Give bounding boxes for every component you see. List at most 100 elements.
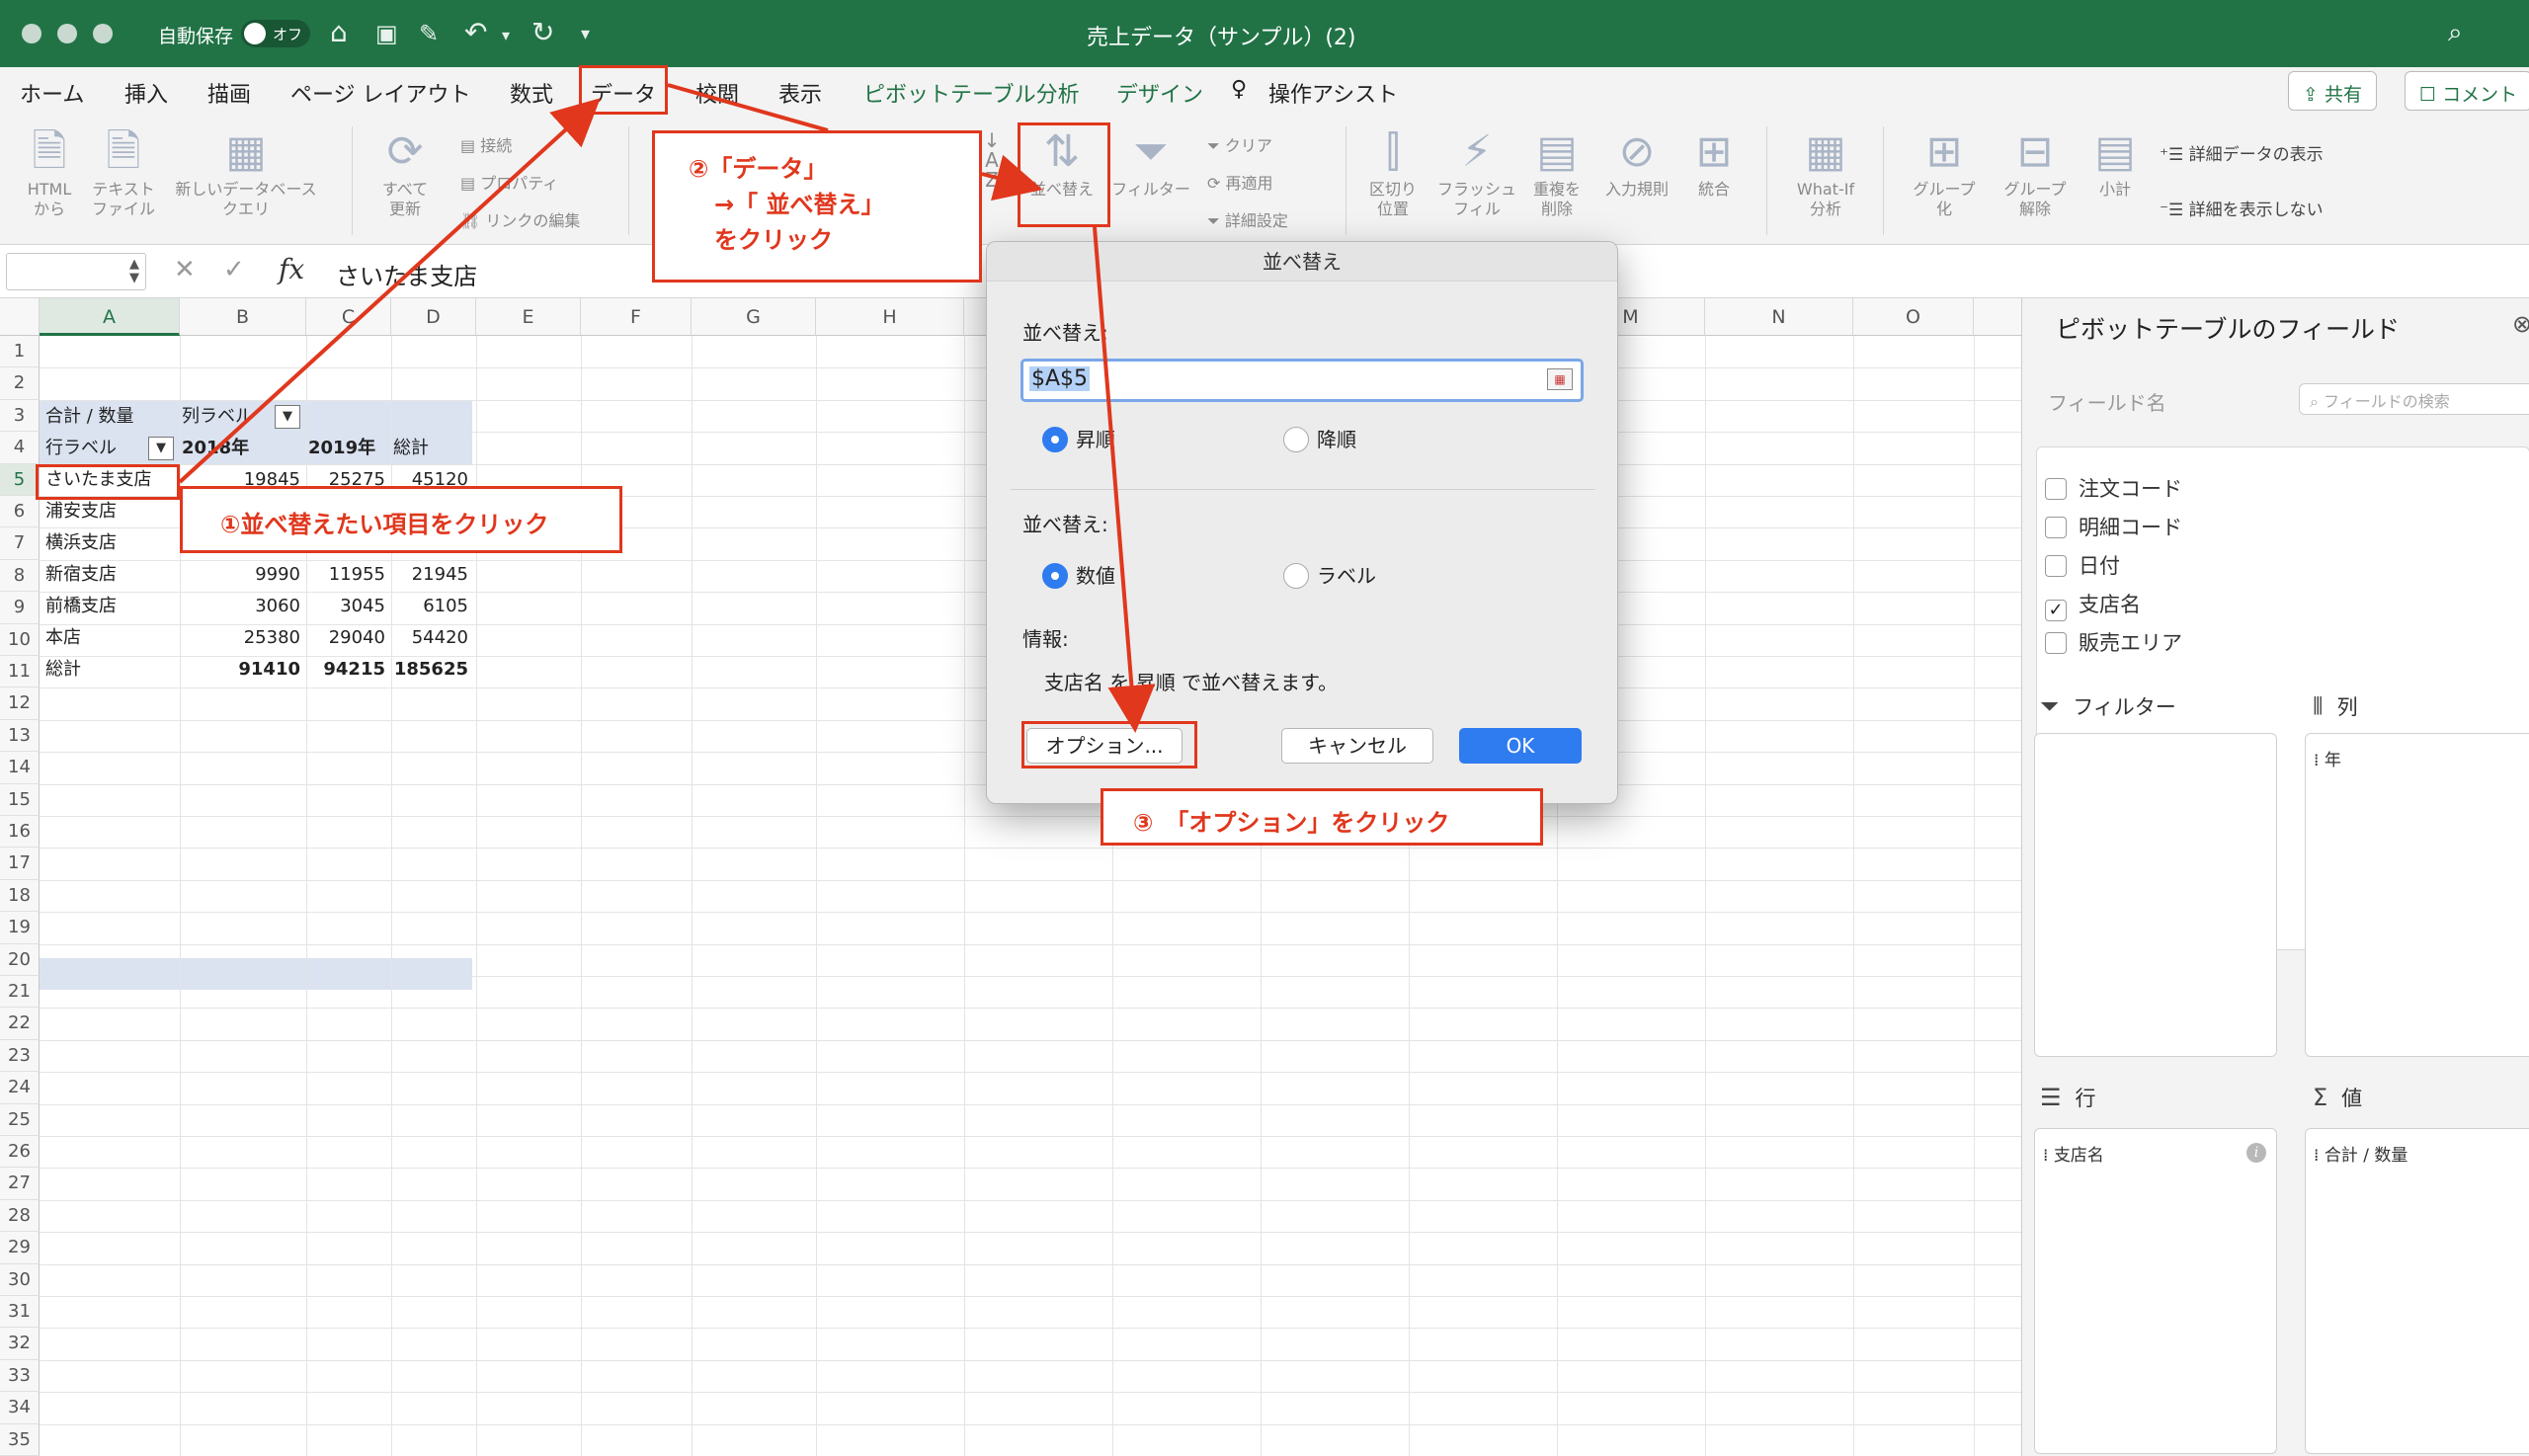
row-header[interactable]: 33 (0, 1359, 40, 1393)
pivot-row-labels[interactable]: 行ラベル (45, 433, 117, 464)
column-header[interactable]: E (476, 298, 581, 336)
sort-range-input[interactable]: $A$5 ▦ (1020, 359, 1584, 402)
pivot-row-label[interactable]: 新宿支店 (45, 559, 117, 591)
pivot-cell[interactable]: 29040 (304, 622, 385, 654)
reapply-button[interactable]: ⟳ 再適用 (1207, 170, 1273, 194)
col-labels-dropdown[interactable]: ▼ (275, 405, 300, 429)
data-validation-button[interactable]: ⊘ 入力規則 (1594, 124, 1679, 200)
consolidate-button[interactable]: ⊞ 統合 (1679, 124, 1749, 200)
advanced-filter-button[interactable]: ⏷ 詳細設定 (1207, 207, 1288, 231)
ungroup-button[interactable]: ⊟ グループ 解除 (1988, 124, 2082, 219)
pivot-cell[interactable]: 11955 (304, 559, 385, 591)
formula-input[interactable]: さいたま支店 (336, 257, 477, 291)
name-box-stepper-icon[interactable]: ▲ ▼ (129, 258, 139, 285)
row-header[interactable]: 11 (0, 656, 40, 688)
column-header[interactable]: G (692, 298, 816, 336)
columns-drop-area[interactable]: ⁞ 年 (2305, 733, 2529, 1057)
redo-icon[interactable]: ↻ (531, 16, 554, 48)
select-all-corner[interactable] (0, 298, 40, 336)
row-header[interactable]: 12 (0, 688, 40, 720)
pivot-row-label[interactable]: 横浜支店 (45, 527, 117, 559)
pivot-cell[interactable]: 21945 (389, 559, 468, 591)
column-header[interactable]: F (581, 298, 692, 336)
field-item-branch[interactable]: ✓ 支店名 (2045, 589, 2141, 621)
ascending-radio[interactable]: 昇順 (1042, 424, 1115, 452)
row-header[interactable]: 21 (0, 976, 40, 1009)
field-checkbox[interactable] (2045, 555, 2067, 577)
pivot-col-grandtotal[interactable]: 総計 (393, 433, 429, 464)
subtotal-button[interactable]: ▤ 小計 (2082, 124, 2148, 200)
row-header[interactable]: 17 (0, 848, 40, 880)
pivot-cell[interactable]: 6105 (389, 591, 468, 622)
insert-function-icon[interactable]: fx (279, 253, 304, 285)
column-header[interactable]: C (306, 298, 391, 336)
pivot-total-label[interactable]: 総計 (45, 654, 81, 686)
save-icon[interactable]: ▣ (375, 20, 398, 47)
window-zoom-button[interactable] (93, 24, 113, 43)
column-header[interactable]: N (1705, 298, 1853, 336)
refresh-all-button[interactable]: ⟳ すべて 更新 (366, 124, 445, 219)
search-icon[interactable]: ⌕ (2448, 18, 2463, 48)
tab-view[interactable]: 表示 (778, 77, 822, 109)
undo-icon[interactable]: ↶ (464, 16, 487, 48)
row-header[interactable]: 1 (0, 336, 40, 368)
column-header[interactable]: B (180, 298, 306, 336)
share-button[interactable]: ⇪ 共有 (2288, 71, 2377, 111)
row-labels-dropdown[interactable]: ▼ (148, 437, 174, 460)
columns-chip[interactable]: ⁞ 年 (2314, 746, 2341, 770)
row-header[interactable]: 27 (0, 1168, 40, 1200)
new-db-query-button[interactable]: ▦ 新しいデータベース クエリ (164, 124, 328, 219)
tell-me-search[interactable]: 操作アシスト (1268, 77, 1398, 109)
column-header[interactable]: A (40, 298, 180, 336)
tab-design[interactable]: デザイン (1116, 77, 1203, 109)
row-header[interactable]: 22 (0, 1008, 40, 1040)
comment-button[interactable]: ☐ コメント (2405, 71, 2529, 111)
text-to-columns-button[interactable]: ⫿ 区切り 位置 (1353, 124, 1432, 219)
customize-toolbar-icon[interactable]: ▾ (581, 24, 590, 44)
filter-button[interactable]: ⏷ フィルター (1106, 124, 1195, 200)
sort-az-icon[interactable]: ↓ A Z (980, 130, 1004, 190)
field-checkbox[interactable] (2045, 632, 2067, 654)
pivot-total-cell[interactable]: 185625 (389, 654, 468, 686)
home-icon[interactable]: ⌂ (330, 16, 348, 48)
field-item-order-code[interactable]: 注文コード (2045, 473, 2182, 503)
pivot-value-field[interactable]: 合計 / 数量 (45, 401, 134, 433)
pivot-row-label[interactable]: 前橋支店 (45, 591, 117, 622)
connections-button[interactable]: ▤ 接続 (460, 132, 512, 156)
tab-pivot-analyze[interactable]: ピボットテーブル分析 (863, 77, 1080, 109)
edit-links-button[interactable]: ⛓ リンクの編集 (460, 207, 580, 231)
tab-insert[interactable]: 挿入 (124, 77, 168, 109)
row-header[interactable]: 24 (0, 1072, 40, 1104)
window-minimize-button[interactable] (57, 24, 77, 43)
pivot-total-cell[interactable]: 91410 (178, 654, 300, 686)
from-html-button[interactable]: 🗎 HTML から (18, 124, 81, 219)
pivot-row-label[interactable]: 本店 (45, 622, 81, 654)
field-item-sales-area[interactable]: 販売エリア (2045, 627, 2182, 657)
pivot-cell[interactable]: 54420 (389, 622, 468, 654)
row-header[interactable]: 4 (0, 432, 40, 464)
pivot-cell[interactable]: 25380 (178, 622, 300, 654)
column-header[interactable]: D (391, 298, 476, 336)
autosave-toggle[interactable]: オフ (241, 20, 310, 47)
edit-icon[interactable]: ✎ (419, 20, 439, 47)
row-header[interactable]: 35 (0, 1423, 40, 1456)
row-header[interactable]: 9 (0, 592, 40, 624)
row-header[interactable]: 23 (0, 1039, 40, 1073)
row-header[interactable]: 8 (0, 559, 40, 593)
row-header[interactable]: 7 (0, 527, 40, 560)
field-checkbox[interactable] (2045, 517, 2067, 538)
row-header[interactable]: 13 (0, 719, 40, 753)
row-header[interactable]: 18 (0, 879, 40, 913)
close-icon[interactable]: ⊗ (2512, 310, 2529, 338)
row-header[interactable]: 28 (0, 1199, 40, 1233)
values-drop-area[interactable]: ⁞ 合計 / 数量 (2305, 1128, 2529, 1454)
row-header[interactable]: 32 (0, 1328, 40, 1360)
show-detail-button[interactable]: ⁺☰ 詳細データの表示 (2160, 140, 2324, 165)
rows-chip[interactable]: ⁞ 支店名 (2043, 1141, 2104, 1166)
row-header[interactable]: 5 (0, 463, 40, 496)
row-header[interactable]: 6 (0, 496, 40, 528)
sort-by-value-radio[interactable]: 数値 (1042, 560, 1115, 589)
properties-button[interactable]: ▤ プロパティ (460, 170, 558, 194)
filters-drop-area[interactable] (2034, 733, 2277, 1057)
pivot-row-label[interactable]: 浦安支店 (45, 496, 117, 527)
